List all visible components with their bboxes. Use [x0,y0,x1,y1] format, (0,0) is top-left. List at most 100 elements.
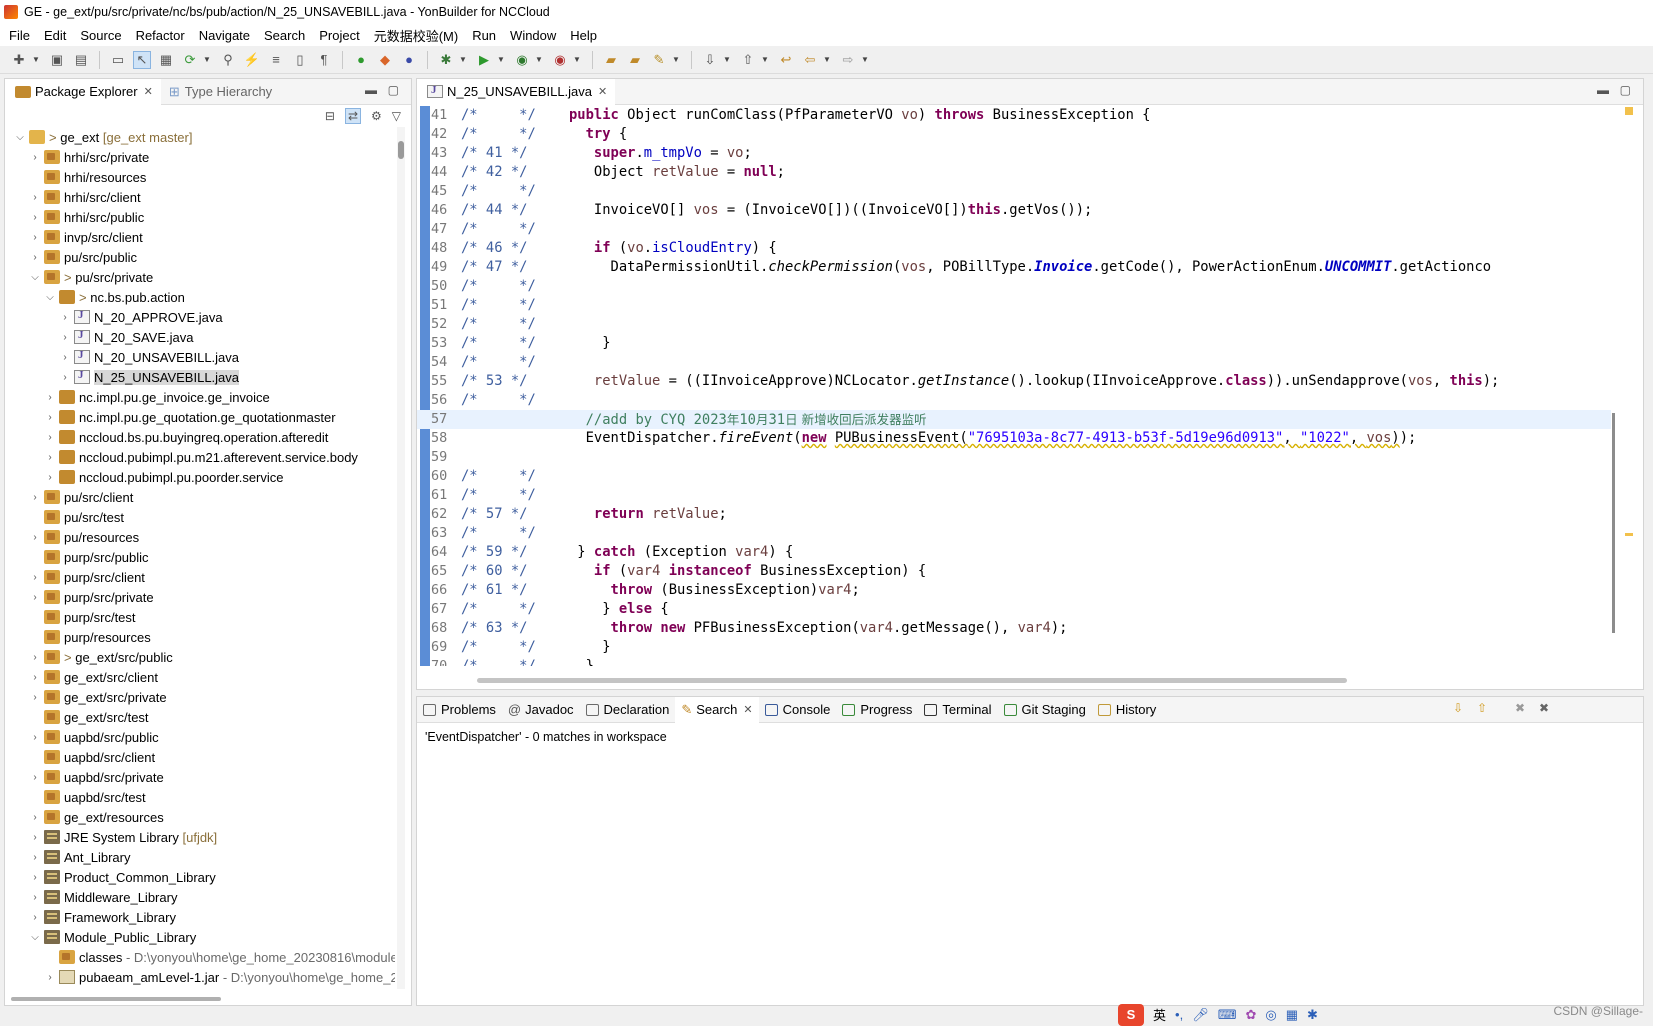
microphone-icon[interactable]: 🎤︎ [1192,1007,1209,1023]
save-all-icon[interactable]: ▤ [72,51,90,69]
minimize-icon[interactable]: ▬ [1597,83,1609,97]
menu-source[interactable]: Source [73,28,128,43]
chevron-right-icon[interactable]: › [28,772,42,783]
next-match-icon[interactable]: ⇩ [1453,701,1463,715]
chevron-right-icon[interactable]: › [28,212,42,223]
chevron-right-icon[interactable]: › [28,672,42,683]
task-dropdown-icon[interactable]: ▼ [672,55,680,64]
chevron-down-icon[interactable]: ⌵ [43,292,57,303]
tab-problems[interactable]: Problems [417,697,502,723]
back-icon[interactable]: ⇦ [801,51,819,69]
toolbox-icon[interactable]: ◎ [1265,1007,1276,1023]
tree-item[interactable]: ⌵ > pu/src/private [5,267,395,287]
tree-item[interactable]: › pubaeam_amLevel-1.jar - D:\yonyou\home\… [5,967,395,987]
tree-item[interactable]: › nc.impl.pu.ge_invoice.ge_invoice [5,387,395,407]
settings-icon[interactable]: ✱ [1307,1007,1318,1023]
tab-console[interactable]: Console [759,697,837,723]
chevron-right-icon[interactable]: › [28,572,42,583]
tree-item[interactable]: › N_25_UNSAVEBILL.java [5,367,395,387]
tab-type-hierarchy[interactable]: ⊞ Type Hierarchy [161,79,280,105]
remove-match-icon[interactable]: ✖ [1515,701,1525,715]
prev-annotation-dropdown-icon[interactable]: ▼ [761,55,769,64]
toggle-icon[interactable]: ▯ [291,51,309,69]
filter-icon[interactable]: ⚙ [371,109,382,123]
tree-item[interactable]: › ge_ext/src/private [5,687,395,707]
tab-git-staging[interactable]: Git Staging [998,697,1092,723]
link-with-editor-icon[interactable]: ⇄ [344,108,361,124]
chevron-right-icon[interactable]: › [58,352,72,363]
tree-item[interactable]: ⌵ > ge_ext [ge_ext master] [5,127,395,147]
previous-match-icon[interactable]: ⇧ [1477,701,1487,715]
chevron-down-icon[interactable]: ⌵ [28,272,42,283]
tab-package-explorer[interactable]: Package Explorer ✕ [5,78,161,105]
green-run-icon[interactable]: ● [352,51,370,69]
next-annotation-icon[interactable]: ⇩ [701,51,719,69]
scrollbar-thumb[interactable] [398,141,404,159]
tree-item[interactable]: › uapbd/src/private [5,767,395,787]
warning-marker[interactable] [1625,107,1633,115]
wand-icon[interactable]: ⚡ [243,51,261,69]
tree-item[interactable]: › Middleware_Library [5,887,395,907]
tree-item[interactable]: › purp/src/private [5,587,395,607]
menu-window[interactable]: Window [503,28,563,43]
refresh-dropdown-icon[interactable]: ▼ [203,55,211,64]
tree-horizontal-scrollbar[interactable] [11,997,221,1001]
tree-item[interactable]: classes - D:\yonyou\home\ge_home_2023081… [5,947,395,967]
tree-item[interactable]: purp/src/public [5,547,395,567]
chevron-right-icon[interactable]: › [28,252,42,263]
tree-item[interactable]: › hrhi/src/private [5,147,395,167]
tree-item[interactable]: uapbd/src/client [5,747,395,767]
punctuation-icon[interactable]: •, [1175,1007,1183,1022]
tree-item[interactable]: › Framework_Library [5,907,395,927]
scrollbar-thumb[interactable] [1612,413,1615,633]
menu-help[interactable]: Help [563,28,604,43]
tree-item[interactable]: hrhi/resources [5,167,395,187]
last-edit-icon[interactable]: ↩ [777,51,795,69]
tab-search[interactable]: ✎ Search ✕ [675,696,759,723]
debug-icon[interactable]: ✱ [437,51,455,69]
chevron-down-icon[interactable]: ⌵ [13,132,27,143]
code-text-area[interactable]: 41 /* */ public Object runComClass(PfPara… [417,106,1611,666]
forward-icon[interactable]: ⇨ [839,51,857,69]
tab-terminal[interactable]: Terminal [918,697,997,723]
close-icon[interactable]: ✕ [598,85,607,98]
chevron-right-icon[interactable]: › [28,852,42,863]
chevron-right-icon[interactable]: › [43,452,57,463]
tree-item[interactable]: › Ant_Library [5,847,395,867]
tree-item[interactable]: purp/src/test [5,607,395,627]
new-icon[interactable]: ✚ [10,51,28,69]
chevron-right-icon[interactable]: › [43,412,57,423]
menu-refactor[interactable]: Refactor [129,28,192,43]
chevron-right-icon[interactable]: › [28,492,42,503]
task-icon[interactable]: ✎ [650,51,668,69]
menu-search[interactable]: Search [257,28,312,43]
chevron-right-icon[interactable]: › [28,152,42,163]
tree-item[interactable]: › nccloud.pubimpl.pu.poorder.service [5,467,395,487]
chevron-right-icon[interactable]: › [58,332,72,343]
external-tools-icon[interactable]: ◉ [551,51,569,69]
chevron-right-icon[interactable]: › [28,192,42,203]
tab-progress[interactable]: Progress [836,697,918,723]
tree-item[interactable]: › nccloud.pubimpl.pu.m21.afterevent.servi… [5,447,395,467]
tree-item[interactable]: › pu/resources [5,527,395,547]
tree-item[interactable]: ge_ext/src/test [5,707,395,727]
refresh-icon[interactable]: ⟳ [181,51,199,69]
debug-dropdown-icon[interactable]: ▼ [459,55,467,64]
tree-item[interactable]: › N_20_APPROVE.java [5,307,395,327]
next-annotation-dropdown-icon[interactable]: ▼ [723,55,731,64]
tree-item[interactable]: › nc.impl.pu.ge_quotation.ge_quotationmas… [5,407,395,427]
tree-item[interactable]: › ge_ext/resources [5,807,395,827]
tree-item[interactable]: › hrhi/src/client [5,187,395,207]
close-icon[interactable]: ✕ [743,703,752,716]
tree-item[interactable]: › nccloud.bs.pu.buyingreq.operation.after… [5,427,395,447]
chevron-right-icon[interactable]: › [28,892,42,903]
chevron-right-icon[interactable]: › [28,592,42,603]
menu-navigate[interactable]: Navigate [192,28,257,43]
chevron-right-icon[interactable]: › [28,692,42,703]
menu-metadata-check[interactable]: 元数据校验(M) [367,26,466,45]
tab-javadoc[interactable]: @ Javadoc [502,697,580,723]
chevron-right-icon[interactable]: › [28,912,42,923]
chevron-right-icon[interactable]: › [28,832,42,843]
chevron-right-icon[interactable]: › [43,972,57,983]
tree-item[interactable]: › hrhi/src/public [5,207,395,227]
